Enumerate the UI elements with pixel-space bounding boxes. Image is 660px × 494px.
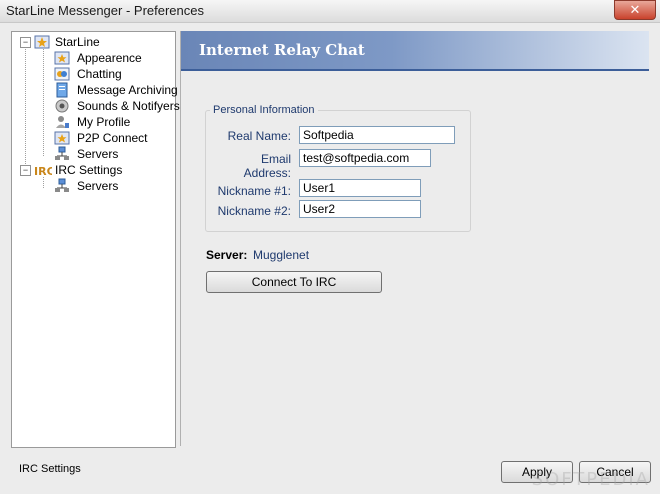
tree-label: Sounds & Notifyers <box>77 99 180 113</box>
preferences-tree[interactable]: − StarLine Appearence Chatting Message A… <box>11 31 180 448</box>
irc-icon: IRC <box>34 162 55 178</box>
tree-item-chatting[interactable]: Chatting <box>12 66 172 82</box>
tree-label: Servers <box>77 147 119 161</box>
starline-icon <box>34 34 50 50</box>
tree-item-sounds-notifyers[interactable]: Sounds & Notifyers <box>12 98 180 114</box>
svg-text:IRC: IRC <box>34 165 52 178</box>
tree-item-appearence[interactable]: Appearence <box>12 50 172 66</box>
tree-label: P2P Connect <box>77 131 148 145</box>
window-title: StarLine Messenger - Preferences <box>6 3 204 18</box>
email-label: Email Address: <box>243 152 291 180</box>
nickname1-label: Nickname #1: <box>217 184 291 198</box>
tree-item-irc-servers[interactable]: Servers <box>12 178 172 194</box>
close-button[interactable]: ✕ <box>614 0 656 20</box>
settings-panel: Internet Relay Chat Personal Information… <box>180 31 649 446</box>
tree-item-my-profile[interactable]: My Profile <box>12 114 172 130</box>
group-label: Personal Information <box>210 104 318 116</box>
tree-label: My Profile <box>77 115 131 129</box>
tree-label: Servers <box>77 179 119 193</box>
connect-to-irc-button[interactable]: Connect To IRC <box>206 271 382 293</box>
nickname1-field[interactable] <box>299 179 421 197</box>
real-name-field[interactable] <box>299 126 455 144</box>
tree-item-p2p-connect[interactable]: P2P Connect <box>12 130 172 146</box>
panel-header: Internet Relay Chat <box>181 31 649 71</box>
real-name-label: Real Name: <box>227 129 291 143</box>
profile-icon <box>54 114 70 130</box>
speaker-icon <box>54 98 70 114</box>
email-field[interactable] <box>299 149 431 167</box>
tree-node-starline[interactable]: − StarLine <box>12 34 172 50</box>
tree-label-irc-settings: IRC Settings <box>55 163 123 177</box>
p2p-icon <box>54 130 70 146</box>
tree-item-servers[interactable]: Servers <box>12 146 172 162</box>
tree-label-starline: StarLine <box>55 35 100 49</box>
nickname2-label: Nickname #2: <box>217 204 291 218</box>
tree-item-message-archiving[interactable]: Message Archiving <box>12 82 178 98</box>
collapse-icon[interactable]: − <box>20 165 31 176</box>
tree-label: Chatting <box>77 67 122 81</box>
chat-icon <box>54 66 70 82</box>
server-network-icon <box>54 178 70 194</box>
panel-title: Internet Relay Chat <box>199 41 365 59</box>
server-label: Server: <box>206 248 248 262</box>
apply-button[interactable]: Apply <box>501 461 573 483</box>
tree-node-irc-settings[interactable]: − IRC IRC Settings <box>12 162 172 178</box>
tree-label: Message Archiving <box>77 83 178 97</box>
collapse-icon[interactable]: − <box>20 37 31 48</box>
nickname2-field[interactable] <box>299 200 421 218</box>
server-value: Mugglenet <box>253 248 310 262</box>
status-text: IRC Settings <box>19 463 81 475</box>
archive-icon <box>54 82 70 98</box>
tree-label: Appearence <box>77 51 142 65</box>
cancel-button[interactable]: Cancel <box>579 461 651 483</box>
appearance-icon <box>54 50 70 66</box>
title-bar: StarLine Messenger - Preferences ✕ <box>0 0 660 23</box>
server-network-icon <box>54 146 70 162</box>
